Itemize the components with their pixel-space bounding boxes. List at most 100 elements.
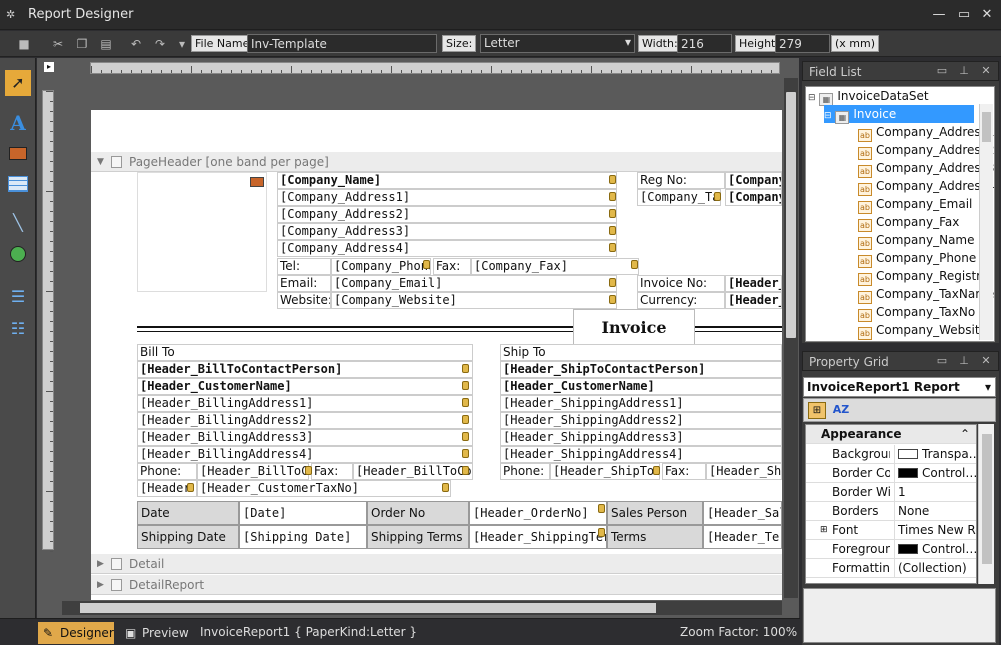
- smart-tag-icon[interactable]: [631, 260, 638, 269]
- undo-icon[interactable]: ↶: [126, 34, 146, 54]
- maximize-icon[interactable]: ▭: [955, 6, 973, 24]
- shipping-address3-field[interactable]: [Header_ShippingAddress3]: [500, 429, 782, 446]
- smart-tag-icon[interactable]: [462, 432, 469, 441]
- bill-phone-field[interactable]: [Header_BillToCo: [197, 463, 309, 480]
- collapse-icon[interactable]: ⊟: [808, 93, 816, 103]
- smart-tag-icon[interactable]: [609, 175, 616, 184]
- shipping-terms-field[interactable]: [Header_ShippingTerm: [469, 525, 607, 549]
- sales-person-field[interactable]: [Header_Sale: [703, 501, 782, 525]
- tree-field[interactable]: ab Company_Address4: [858, 177, 994, 196]
- property-row[interactable]: Foreground Control…: [806, 540, 976, 559]
- close-icon[interactable]: ✕: [978, 6, 996, 24]
- logo-placeholder[interactable]: [137, 172, 267, 292]
- billing-address3-field[interactable]: [Header_BillingAddress3]: [137, 429, 473, 446]
- tree-field[interactable]: ab Company_TaxNo: [858, 303, 975, 322]
- category-appearance[interactable]: Appearance ⌃: [806, 425, 976, 444]
- invoice-no-field[interactable]: [Header_: [725, 275, 782, 292]
- company-address2-field[interactable]: [Company_Address2]: [277, 206, 617, 223]
- company-reg-field[interactable]: [Company: [725, 172, 782, 189]
- shipping-address2-field[interactable]: [Header_ShippingAddress2]: [500, 412, 782, 429]
- categorized-icon[interactable]: ⊞: [808, 402, 826, 419]
- order-no-field[interactable]: [Header_OrderNo]: [469, 501, 607, 525]
- tree-field[interactable]: ab Company_Website: [858, 321, 987, 340]
- ship-fax-field[interactable]: [Header_Ship: [706, 463, 782, 480]
- horizontal-scroll-thumb[interactable]: [80, 603, 656, 613]
- picture-tool-icon[interactable]: [5, 142, 31, 168]
- tree-field[interactable]: ab Company_TaxName: [858, 285, 994, 304]
- ruler-corner-icon[interactable]: ▸: [44, 62, 54, 72]
- shipping-date-field[interactable]: [Shipping Date]: [239, 525, 367, 549]
- expand-icon[interactable]: ▶: [97, 575, 104, 595]
- bill-to-contact-field[interactable]: [Header_BillToContactPerson]: [137, 361, 473, 378]
- currency-field[interactable]: [Header_: [725, 292, 782, 309]
- dropdown-icon[interactable]: ▾: [172, 34, 192, 54]
- company-phone-field[interactable]: [Company_Phone]: [331, 258, 431, 275]
- tree-root[interactable]: ⊟ ▦ InvoiceDataSet: [808, 87, 929, 106]
- band-tool-icon[interactable]: ☰: [5, 284, 31, 310]
- band-page-header[interactable]: ▼ PageHeader [one band per page]: [91, 152, 782, 172]
- smart-tag-icon[interactable]: [598, 504, 605, 513]
- pin-icon[interactable]: ⊥: [957, 354, 971, 368]
- tree-field[interactable]: ab Company_Fax: [858, 213, 959, 232]
- property-grid-scrollbar[interactable]: [978, 424, 994, 584]
- billing-address2-field[interactable]: [Header_BillingAddress2]: [137, 412, 473, 429]
- smart-tag-icon[interactable]: [305, 466, 312, 475]
- size-select[interactable]: Letter ▾: [480, 34, 635, 53]
- field-list-scrollbar[interactable]: [979, 104, 993, 340]
- property-row[interactable]: Borders None: [806, 502, 976, 521]
- tree-field[interactable]: ab Company_Address1: [858, 123, 994, 142]
- scroll-thumb[interactable]: [982, 112, 991, 142]
- pointer-tool-icon[interactable]: ➚: [5, 70, 31, 96]
- company-fax-field[interactable]: [Company_Fax]: [471, 258, 639, 275]
- ship-to-customer-field[interactable]: [Header_CustomerName]: [500, 378, 782, 395]
- ship-to-contact-field[interactable]: [Header_ShipToContactPerson]: [500, 361, 782, 378]
- smart-tag-icon[interactable]: [609, 243, 616, 252]
- smart-tag-icon[interactable]: [423, 260, 430, 269]
- smart-tag-icon[interactable]: [187, 483, 194, 492]
- date-field[interactable]: [Date]: [239, 501, 367, 525]
- shipping-address1-field[interactable]: [Header_ShippingAddress1]: [500, 395, 782, 412]
- property-row[interactable]: Formatting I (Collection): [806, 559, 976, 578]
- height-input[interactable]: [775, 34, 830, 53]
- width-input[interactable]: [677, 34, 732, 53]
- collapse-icon[interactable]: ⊟: [824, 111, 832, 121]
- company-name-field[interactable]: [Company_Name]: [277, 172, 617, 189]
- smart-tag-icon[interactable]: [462, 381, 469, 390]
- company-email-field[interactable]: [Company_Email]: [331, 275, 617, 292]
- scroll-thumb[interactable]: [982, 434, 992, 564]
- smart-tag-icon[interactable]: [653, 466, 660, 475]
- redo-icon[interactable]: ↷: [150, 34, 170, 54]
- smart-tag-icon[interactable]: [609, 295, 616, 304]
- smart-tag-icon[interactable]: [609, 278, 616, 287]
- smart-tag-icon[interactable]: [462, 415, 469, 424]
- company-taxname-field[interactable]: [Company_Ta: [637, 189, 721, 206]
- expand-icon[interactable]: ▶: [97, 554, 104, 574]
- company-address1-field[interactable]: [Company_Address1]: [277, 189, 617, 206]
- table-tool-icon[interactable]: [5, 174, 31, 200]
- smart-tag-icon[interactable]: [714, 192, 721, 201]
- tree-field[interactable]: ab Company_Email: [858, 195, 972, 214]
- tree-field[interactable]: ab Company_Name: [858, 231, 975, 250]
- tree-table[interactable]: ⊟ ▦ Invoice: [824, 105, 974, 124]
- terms-field[interactable]: [Header_Terr: [703, 525, 782, 549]
- object-selector[interactable]: InvoiceReport1 Report ▾: [803, 377, 996, 397]
- shipping-address4-field[interactable]: [Header_ShippingAddress4]: [500, 446, 782, 463]
- band-detail[interactable]: ▶ Detail: [91, 554, 782, 574]
- vertical-scroll-thumb[interactable]: [786, 92, 796, 338]
- copy-icon[interactable]: ❐: [72, 34, 92, 54]
- designer-tab[interactable]: ✎ Designer: [38, 622, 114, 644]
- window-icon[interactable]: ▭: [935, 354, 949, 368]
- expand-icon[interactable]: ⊞: [820, 521, 828, 539]
- smart-tag-icon[interactable]: [442, 483, 449, 492]
- property-row[interactable]: Border Colo Control…: [806, 464, 976, 483]
- label-tool-icon[interactable]: A: [5, 110, 31, 136]
- band-detail-report[interactable]: ▶ DetailReport: [91, 575, 782, 595]
- minimize-icon[interactable]: —: [930, 6, 948, 24]
- cut-icon[interactable]: ✂: [48, 34, 68, 54]
- smart-tag-icon[interactable]: [609, 226, 616, 235]
- billing-address4-field[interactable]: [Header_BillingAddress4]: [137, 446, 473, 463]
- tree-field[interactable]: ab Company_Address2: [858, 141, 994, 160]
- ship-phone-field[interactable]: [Header_ShipToC: [550, 463, 660, 480]
- smart-tag-icon[interactable]: [462, 466, 469, 475]
- company-address3-field[interactable]: [Company_Address3]: [277, 223, 617, 240]
